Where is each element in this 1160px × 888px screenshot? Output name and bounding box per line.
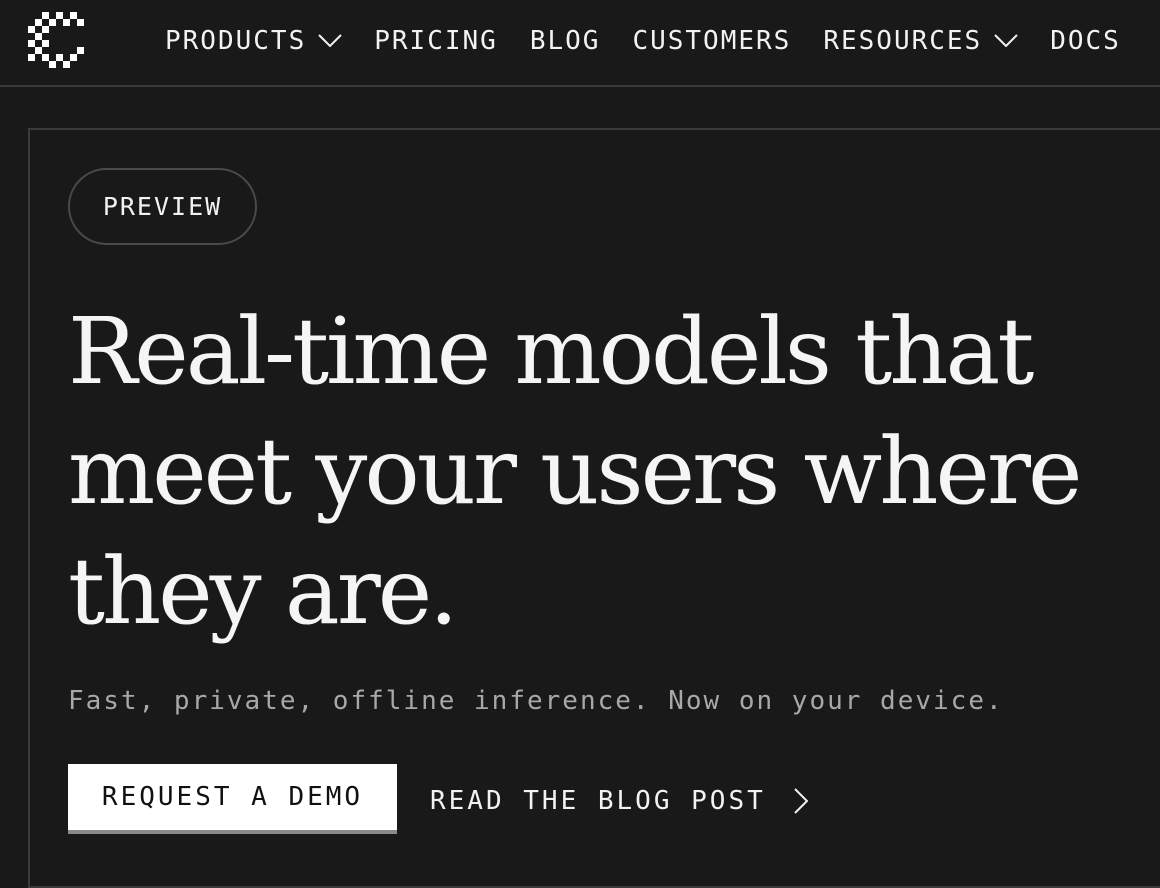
nav-item-products[interactable]: PRODUCTS (165, 26, 342, 56)
hero-subtitle: Fast, private, offline inference. Now on… (68, 686, 1004, 716)
nav-links: PRODUCTS PRICING BLOG CUSTOMERS RESOURCE… (165, 0, 1121, 82)
nav-item-docs[interactable]: DOCS (1050, 26, 1121, 56)
hero-headline: Real-time models that meet your users wh… (68, 298, 1082, 645)
chevron-down-icon (318, 34, 342, 48)
nav-item-label: PRICING (374, 26, 498, 56)
nav-item-label: BLOG (529, 26, 601, 56)
nav-item-resources[interactable]: RESOURCES (823, 26, 1018, 56)
read-blog-post-label: READ THE BLOG POST (430, 786, 766, 816)
pixel-c-logo-icon[interactable] (28, 12, 84, 68)
nav-item-label: PRODUCTS (165, 26, 307, 56)
top-navigation: PRODUCTS PRICING BLOG CUSTOMERS RESOURCE… (0, 0, 1160, 87)
nav-item-label: DOCS (1050, 26, 1121, 56)
read-blog-post-link[interactable]: READ THE BLOG POST (430, 780, 808, 822)
nav-item-label: RESOURCES (823, 26, 983, 56)
nav-item-customers[interactable]: CUSTOMERS (632, 26, 791, 56)
preview-badge: PREVIEW (68, 168, 257, 245)
nav-item-pricing[interactable]: PRICING (374, 26, 498, 56)
nav-item-blog[interactable]: BLOG (530, 26, 601, 56)
nav-item-label: CUSTOMERS (632, 26, 792, 56)
request-demo-button[interactable]: REQUEST A DEMO (68, 764, 397, 834)
chevron-down-icon (994, 34, 1018, 48)
chevron-right-icon (794, 788, 808, 814)
